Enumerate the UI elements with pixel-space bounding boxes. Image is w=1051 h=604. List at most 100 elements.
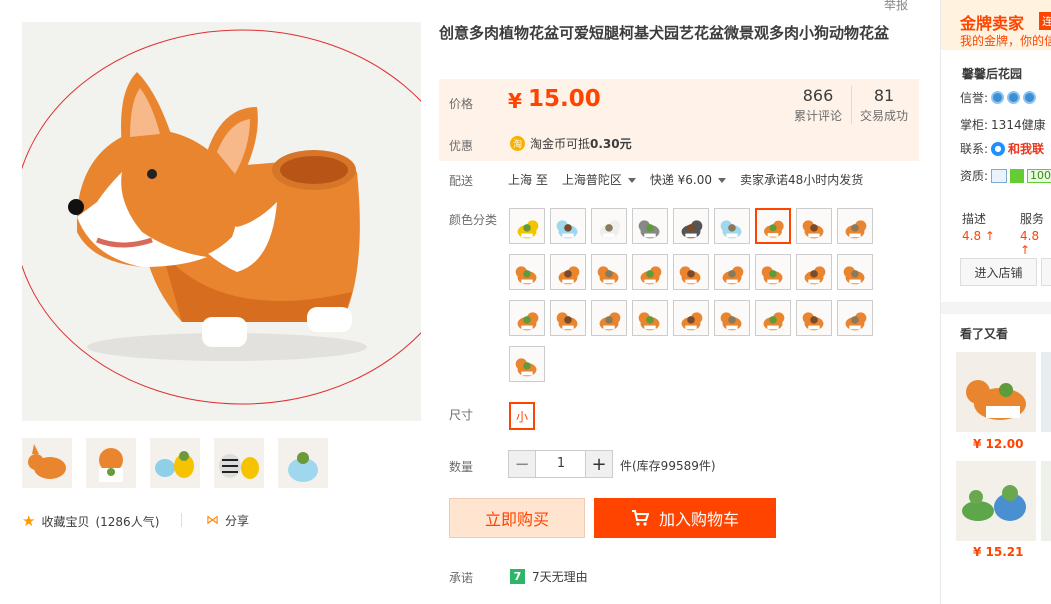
thumbnail-4[interactable] [214, 438, 264, 488]
thumbnail-5[interactable] [278, 438, 328, 488]
price-value: 15.00 [528, 86, 601, 112]
recommend-item-price-1[interactable]: ¥ 12.00 [973, 437, 1023, 451]
stock-text: 件(库存99589件) [620, 459, 716, 473]
size-option-small[interactable]: 小 [509, 402, 535, 430]
color-swatch-7[interactable] [755, 208, 791, 244]
color-swatch-grid [509, 208, 879, 384]
delivery-destination: 上海普陀区 [561, 173, 622, 187]
chevron-down-icon [718, 178, 727, 183]
seller-name[interactable]: 1314健康 [991, 116, 1046, 133]
arrow-up-icon: ↑ [984, 229, 995, 243]
thumbnail-3[interactable] [150, 438, 200, 488]
size-label: 尺寸 [449, 408, 474, 422]
seller-label: 掌柜: [960, 118, 989, 132]
wangwang-icon: ● [991, 141, 1006, 156]
quantity-decrement-button[interactable]: − [508, 450, 536, 478]
color-swatch-3[interactable] [591, 208, 627, 244]
quantity-increment-button[interactable]: + [585, 450, 613, 478]
color-swatch-10[interactable] [509, 254, 545, 290]
color-swatch-4[interactable] [632, 208, 668, 244]
product-title: 创意多肉植物花盆可爱短腿柯基犬园艺花盆微景观多肉小狗动物花盆 [439, 24, 890, 42]
favorite-store-button[interactable] [1041, 258, 1051, 286]
color-swatch-24[interactable] [714, 300, 750, 336]
favorite-label: 收藏宝贝 [41, 514, 90, 529]
report-link[interactable]: 举报 [884, 0, 908, 13]
desc-score-label: 描述 [962, 212, 987, 226]
color-swatch-28[interactable] [509, 346, 545, 382]
delivery-fee[interactable]: 快递 ¥6.00 [649, 171, 727, 188]
stat-divider [851, 86, 852, 124]
delivery-label: 配送 [449, 174, 474, 188]
chevron-down-icon [627, 178, 636, 183]
qualification-row: 资质: 100 [960, 167, 1051, 184]
color-swatch-12[interactable] [591, 254, 627, 290]
color-swatch-21[interactable] [591, 300, 627, 336]
gold-seller-subtitle: 我的金牌，你的信 [960, 34, 1051, 48]
recommend-item-image-1b[interactable] [1041, 352, 1051, 432]
quantity-input[interactable]: 1 [536, 450, 586, 478]
delivery-promise: 卖家承诺48小时内发货 [740, 173, 864, 187]
favorite-button[interactable]: ★ 收藏宝贝 (1286人气) [22, 512, 159, 530]
color-swatch-17[interactable] [796, 254, 832, 290]
color-swatch-20[interactable] [550, 300, 586, 336]
color-swatch-16[interactable] [755, 254, 791, 290]
color-swatch-23[interactable] [673, 300, 709, 336]
shop-name[interactable]: 馨馨后花园 [962, 65, 1022, 82]
recommend-item-image-1[interactable] [956, 352, 1036, 432]
color-swatch-26[interactable] [796, 300, 832, 336]
star-icon: ★ [22, 512, 36, 530]
contact-row: 联系: ● 和我联 [960, 140, 1044, 157]
color-swatch-6[interactable] [714, 208, 750, 244]
delivery-fee-text: 快递 ¥6.00 [649, 173, 713, 187]
divider [181, 513, 182, 527]
add-to-cart-button[interactable]: 加入购物车 [594, 498, 776, 538]
reviews-stat[interactable]: 866 累计评论 [790, 86, 846, 124]
recommend-item-price-2[interactable]: ¥ 15.21 [973, 545, 1023, 559]
desc-score: 4.8 ↑ [962, 229, 995, 243]
recommend-item-image-2b[interactable] [1041, 461, 1051, 541]
buy-now-button[interactable]: 立即购买 [449, 498, 585, 538]
seven-days-icon: 7 [510, 569, 525, 584]
color-swatch-2[interactable] [550, 208, 586, 244]
currency-symbol: ¥ [508, 89, 522, 113]
recommend-item-image-2[interactable] [956, 461, 1036, 541]
service-score: 4.8 ↑ [1020, 229, 1051, 257]
reputation-label: 信誉: [960, 91, 989, 105]
color-swatch-19[interactable] [509, 300, 545, 336]
thumbnail-2[interactable] [86, 438, 136, 488]
contact-link[interactable]: 和我联 [1008, 140, 1044, 157]
main-product-image[interactable] [22, 22, 421, 421]
color-swatch-8[interactable] [796, 208, 832, 244]
promise-text: 7天无理由 [532, 570, 588, 584]
color-swatch-5[interactable] [673, 208, 709, 244]
id-card-icon [991, 168, 1008, 183]
color-swatch-9[interactable] [837, 208, 873, 244]
thumbnail-1[interactable] [22, 438, 72, 488]
color-swatch-11[interactable] [550, 254, 586, 290]
enter-store-button[interactable]: 进入店铺 [960, 258, 1037, 286]
crown-icon [1023, 91, 1037, 104]
color-swatch-25[interactable] [755, 300, 791, 336]
color-swatch-27[interactable] [837, 300, 873, 336]
qualification-badge: 100 [1027, 168, 1051, 183]
color-swatch-18[interactable] [837, 254, 873, 290]
promo-amount: 0.30元 [590, 137, 632, 151]
quantity-label: 数量 [449, 460, 474, 474]
color-swatch-14[interactable] [673, 254, 709, 290]
seller-row: 掌柜: 1314健康 [960, 116, 1046, 133]
deals-label: 交易成功 [859, 109, 908, 123]
color-swatch-1[interactable] [509, 208, 545, 244]
taobao-coin-icon: 淘 [510, 136, 525, 151]
reputation-row: 信誉: [960, 89, 1037, 106]
promo-row: 淘 淘金币可抵 0.30元 [510, 135, 632, 152]
color-swatch-13[interactable] [632, 254, 668, 290]
delivery-destination-select[interactable]: 上海普陀区 [562, 171, 636, 188]
share-button[interactable]: ⋈ 分享 [206, 512, 249, 529]
color-swatch-22[interactable] [632, 300, 668, 336]
share-label: 分享 [225, 514, 250, 528]
crown-icon [1007, 91, 1021, 104]
color-swatch-15[interactable] [714, 254, 750, 290]
cart-icon [631, 510, 649, 526]
promise-row[interactable]: 7 7天无理由 [510, 568, 588, 585]
desc-score-value: 4.8 [962, 229, 982, 243]
